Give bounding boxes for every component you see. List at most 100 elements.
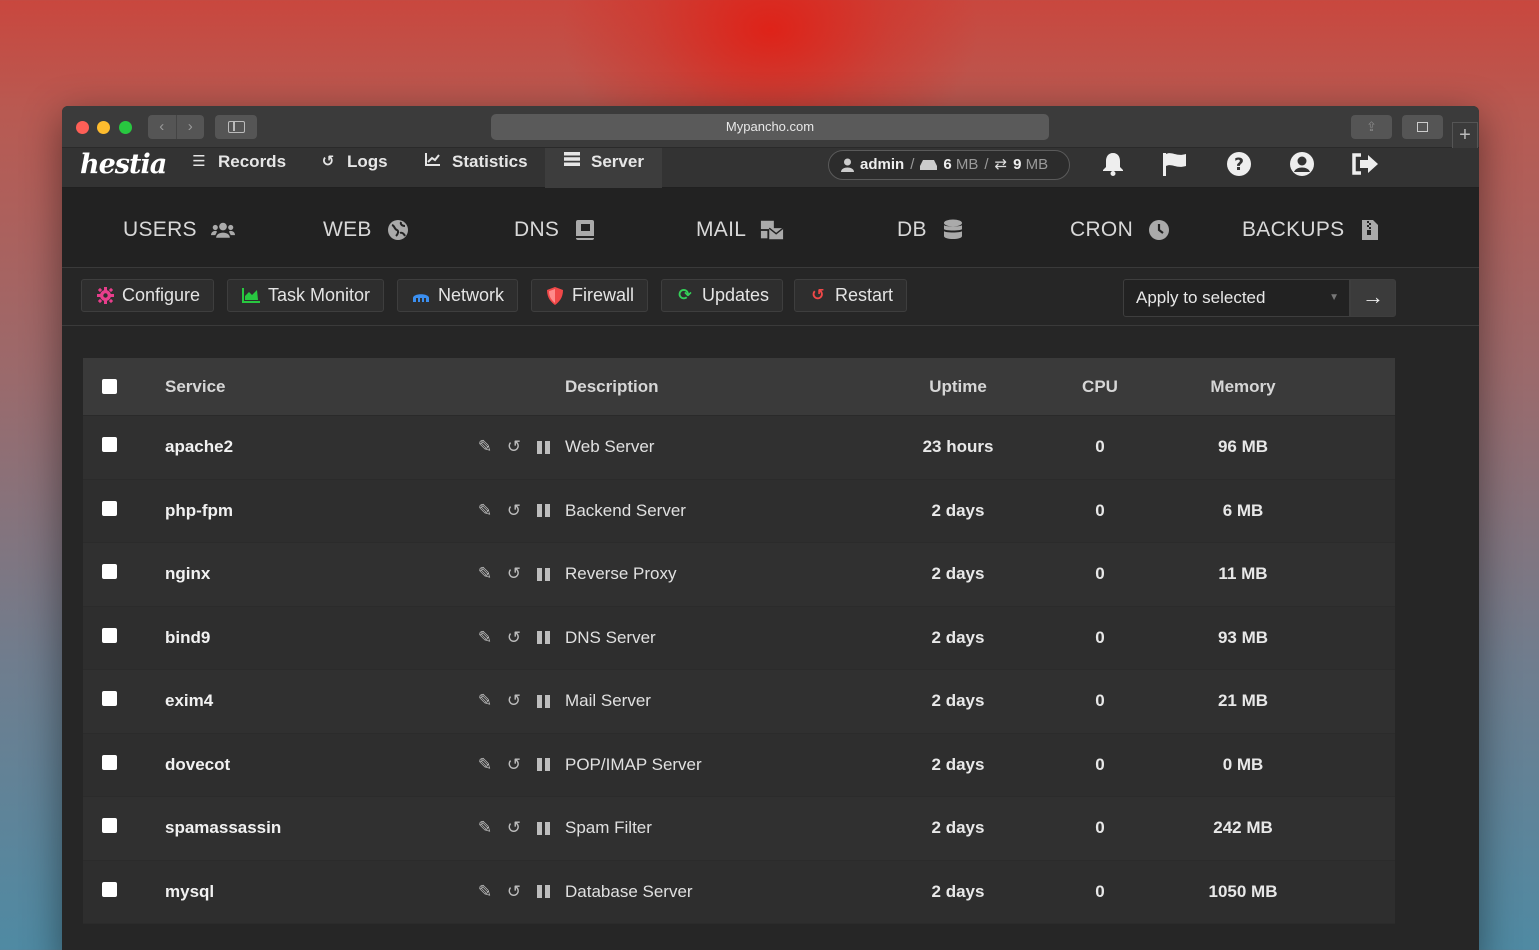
pause-icon[interactable] (533, 691, 553, 711)
username: admin (860, 156, 905, 173)
firewall-button[interactable]: Firewall (531, 279, 649, 312)
service-uptime: 2 days (931, 881, 985, 901)
back-icon[interactable]: ‹ (148, 115, 177, 139)
section-users[interactable]: USERS (123, 218, 235, 242)
bulk-action-select[interactable]: Apply to selected ▼ (1123, 279, 1350, 317)
pencil-icon[interactable]: ✎ (475, 691, 495, 711)
restart-service-icon[interactable]: ↺ (504, 818, 524, 838)
restart-service-icon[interactable]: ↺ (504, 437, 524, 457)
row-checkbox[interactable] (102, 881, 117, 897)
table-row: spamassassin ✎ ↺ Spam Filter 2 days 0 24… (83, 797, 1395, 861)
address-bar[interactable]: Mypancho.com (491, 114, 1049, 140)
chevron-down-icon: ▼ (1329, 292, 1339, 303)
pause-icon[interactable] (533, 501, 553, 521)
row-checkbox[interactable] (102, 437, 117, 452)
service-name[interactable]: dovecot (165, 734, 230, 797)
pencil-icon[interactable]: ✎ (475, 564, 495, 584)
header-description[interactable]: Description (565, 358, 659, 415)
task-monitor-button[interactable]: Task Monitor (227, 279, 385, 312)
help-icon[interactable]: ? (1223, 148, 1255, 180)
nav-statistics[interactable]: Statistics (424, 148, 528, 188)
pencil-icon[interactable]: ✎ (475, 755, 495, 775)
user-quota-pill[interactable]: admin / 6 MB / ⇄ 9 MB (828, 150, 1070, 180)
row-actions: ✎ ↺ (475, 607, 553, 670)
zoom-window-button[interactable] (119, 121, 132, 134)
service-description: Database Server (565, 881, 693, 901)
service-name[interactable]: spamassassin (165, 797, 281, 860)
close-window-button[interactable] (76, 121, 89, 134)
row-checkbox[interactable] (102, 500, 117, 516)
table-row: apache2 ✎ ↺ Web Server 23 hours 0 96 MB (83, 416, 1395, 480)
row-checkbox[interactable] (102, 627, 117, 643)
flag-icon[interactable] (1159, 148, 1191, 180)
browser-window: ‹ › Mypancho.com ⇪ + hestia ☰ Records ↺ … (62, 106, 1479, 950)
restart-service-icon[interactable]: ↺ (504, 691, 524, 711)
nav-logs[interactable]: ↺ Logs (319, 148, 388, 188)
svg-text:?: ? (1234, 155, 1244, 175)
service-name[interactable]: mysql (165, 861, 214, 924)
pause-icon[interactable] (533, 628, 553, 648)
header-service[interactable]: Service (165, 358, 226, 415)
sidebar-toggle-button[interactable] (215, 115, 257, 139)
service-uptime: 2 days (931, 818, 985, 838)
updates-button[interactable]: ⟳ Updates (661, 279, 784, 312)
service-name[interactable]: php-fpm (165, 480, 233, 543)
hestia-logo[interactable]: hestia (80, 148, 167, 182)
pencil-icon[interactable]: ✎ (475, 501, 495, 521)
table-row: mysql ✎ ↺ Database Server 2 days 0 1050 … (83, 860, 1395, 924)
pencil-icon[interactable]: ✎ (475, 818, 495, 838)
restart-service-icon[interactable]: ↺ (504, 755, 524, 775)
restart-service-icon[interactable]: ↺ (504, 564, 524, 584)
share-button[interactable]: ⇪ (1351, 115, 1392, 139)
header-cpu[interactable]: CPU (1070, 358, 1130, 415)
pause-icon[interactable] (533, 755, 553, 775)
section-dns[interactable]: DNS (514, 218, 597, 242)
apply-bulk-action-button[interactable]: → (1350, 279, 1396, 317)
service-name[interactable]: exim4 (165, 670, 213, 733)
configure-label: Configure (122, 285, 201, 305)
new-tab-button[interactable]: + (1452, 122, 1478, 148)
row-actions: ✎ ↺ (475, 734, 553, 797)
section-backups[interactable]: BACKUPS (1242, 218, 1382, 242)
service-memory: 6 MB (1222, 500, 1264, 520)
configure-button[interactable]: Configure (81, 279, 215, 312)
section-web[interactable]: WEB (323, 218, 410, 242)
notifications-bell-icon[interactable] (1097, 148, 1129, 180)
pencil-icon[interactable]: ✎ (475, 628, 495, 648)
pause-icon[interactable] (533, 882, 553, 902)
header-uptime[interactable]: Uptime (903, 358, 1013, 415)
pause-icon[interactable] (533, 818, 553, 838)
restart-button[interactable]: ↺ Restart (794, 279, 908, 312)
header-memory[interactable]: Memory (1188, 358, 1298, 415)
server-toolbar: Configure Task Monitor Network Firewall … (62, 268, 1479, 326)
tabs-overview-button[interactable] (1402, 115, 1443, 139)
row-checkbox[interactable] (102, 754, 117, 770)
section-cron[interactable]: CRON (1070, 218, 1171, 242)
service-name[interactable]: apache2 (165, 416, 233, 479)
forward-icon[interactable]: › (177, 115, 205, 139)
user-account-icon[interactable] (1286, 148, 1318, 180)
row-checkbox[interactable] (102, 691, 117, 706)
minimize-window-button[interactable] (97, 121, 110, 134)
pencil-icon[interactable]: ✎ (475, 437, 495, 457)
nav-records[interactable]: ☰ Records (190, 148, 286, 188)
section-db-label: DB (897, 218, 927, 241)
restart-service-icon[interactable]: ↺ (504, 882, 524, 902)
nav-server[interactable]: Server (545, 148, 662, 188)
pause-icon[interactable] (533, 437, 553, 457)
section-mail[interactable]: MAIL (696, 218, 784, 242)
service-name[interactable]: nginx (165, 543, 210, 606)
logout-icon[interactable] (1349, 148, 1381, 180)
service-name[interactable]: bind9 (165, 607, 210, 670)
row-checkbox[interactable] (102, 564, 117, 579)
restart-service-icon[interactable]: ↺ (504, 501, 524, 521)
restart-service-icon[interactable]: ↺ (504, 628, 524, 648)
row-checkbox[interactable] (102, 818, 117, 833)
service-description: Backend Server (565, 500, 686, 520)
select-all-checkbox[interactable] (102, 379, 117, 394)
pencil-icon[interactable]: ✎ (475, 882, 495, 902)
network-button[interactable]: Network (397, 279, 519, 312)
quota-separator: / (910, 156, 915, 173)
section-db[interactable]: DB (897, 218, 965, 242)
pause-icon[interactable] (533, 564, 553, 584)
